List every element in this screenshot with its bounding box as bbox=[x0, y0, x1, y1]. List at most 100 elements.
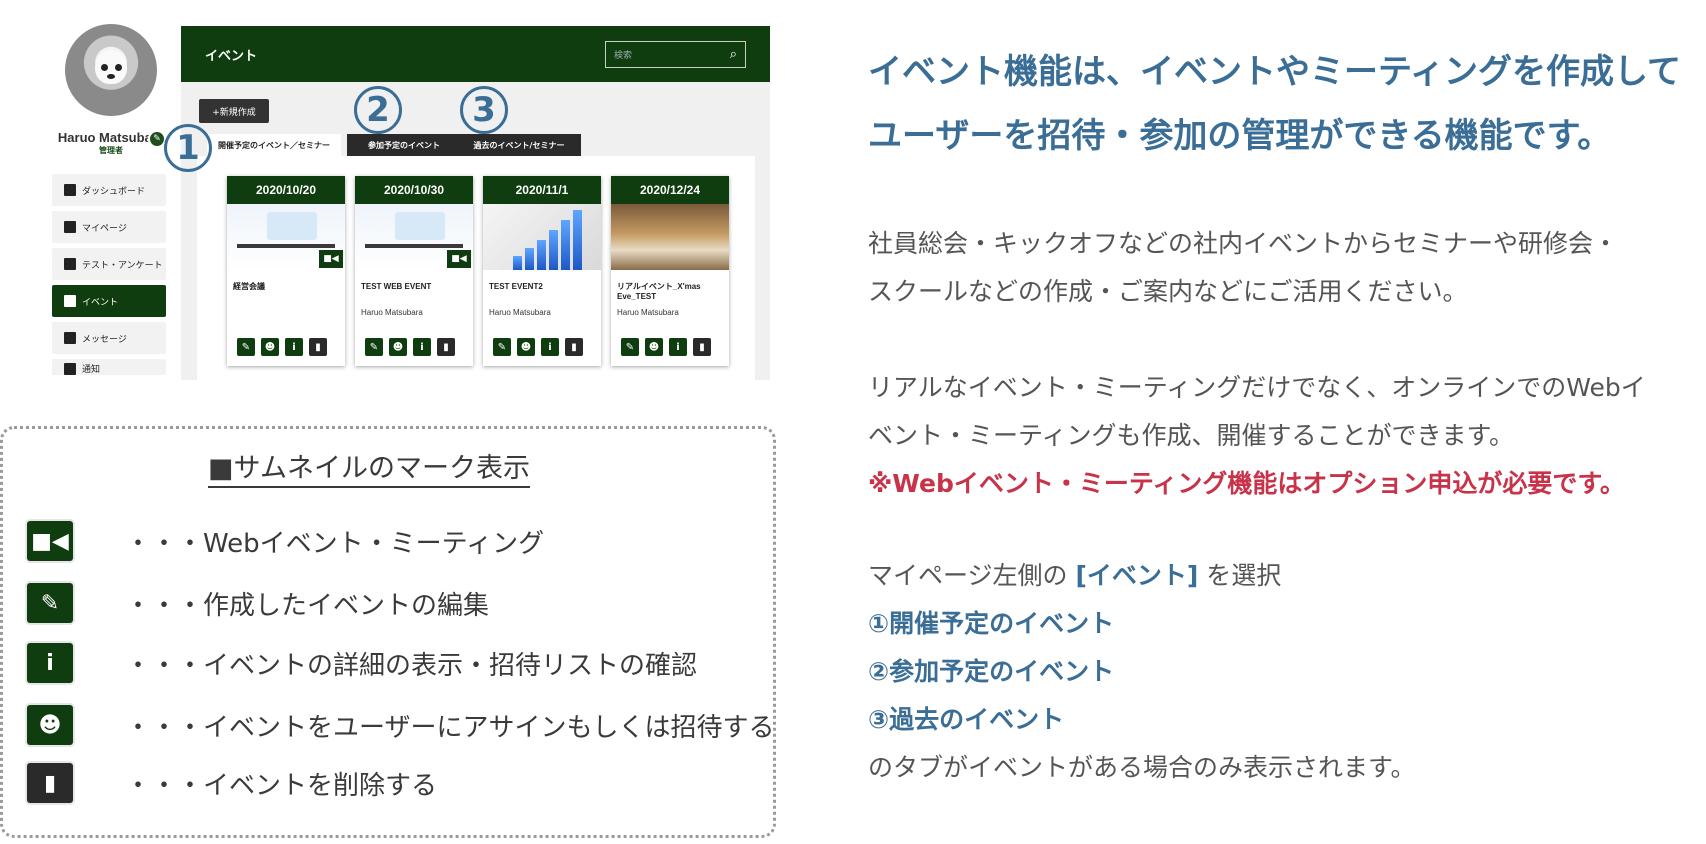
trash-icon[interactable]: ▮ bbox=[693, 338, 711, 356]
legend-row: ■◀ ・・・Webイベント・ミーティング bbox=[27, 521, 544, 561]
event-thumbnail bbox=[483, 204, 601, 270]
list-icon bbox=[64, 258, 76, 270]
event-card[interactable]: 2020/12/24 リアルイベント_X'mas Eve_TEST Haruo … bbox=[611, 176, 729, 366]
user-profile: ✎ Haruo Matsubara 管理者 bbox=[48, 24, 174, 156]
tab-list-item: ③過去のイベント bbox=[868, 705, 1065, 734]
select-suffix: を選択 bbox=[1206, 561, 1282, 590]
pencil-icon[interactable]: ✎ bbox=[621, 338, 639, 356]
app-screenshot: ✎ Haruo Matsubara 管理者 ダッシュボード マイページ テスト・… bbox=[0, 0, 770, 380]
nav-item-label: マイページ bbox=[82, 223, 127, 234]
graph-bar bbox=[549, 230, 558, 270]
nav-item-label: メッセージ bbox=[82, 334, 127, 345]
users-icon: ☻ bbox=[27, 705, 73, 745]
headline-line: イベント機能は、イベントやミーティングを作成して bbox=[868, 52, 1681, 92]
nav-item-dashboard[interactable]: ダッシュボード bbox=[52, 174, 166, 206]
graph-bar bbox=[513, 256, 522, 270]
tab-past-events[interactable]: 過去のイベント/セミナー bbox=[457, 134, 581, 156]
users-icon[interactable]: ☻ bbox=[645, 338, 663, 356]
legend-row: i ・・・イベントの詳細の表示・招待リストの確認 bbox=[27, 643, 697, 683]
info-icon: i bbox=[27, 643, 73, 683]
search-icon[interactable]: ⌕ bbox=[730, 47, 737, 62]
event-card[interactable]: 2020/10/30 ■◀ TEST WEB EVENT Haruo Matsu… bbox=[355, 176, 473, 366]
pencil-icon[interactable]: ✎ bbox=[365, 338, 383, 356]
legend-row: ✎ ・・・作成したイベントの編集 bbox=[27, 583, 489, 623]
users-icon[interactable]: ☻ bbox=[517, 338, 535, 356]
avatar-nose bbox=[107, 74, 115, 79]
marker-2: 2 bbox=[354, 86, 402, 134]
event-actions: ✎ ☻ i ▮ bbox=[237, 338, 327, 356]
event-card[interactable]: 2020/11/1 TEST EVENT2 Haruo Matsubara ✎ … bbox=[483, 176, 601, 366]
option-notice: ※Webイベント・ミーティング機能はオプション申込が必要です。 bbox=[868, 469, 1625, 498]
event-thumbnail: ■◀ bbox=[355, 204, 473, 270]
marker-1: 1 bbox=[164, 124, 212, 172]
headline-line: ユーザーを招待・参加の管理ができる機能です。 bbox=[868, 116, 1612, 156]
users-icon[interactable]: ☻ bbox=[389, 338, 407, 356]
avatar-eye bbox=[101, 64, 108, 71]
trash-icon: ▮ bbox=[27, 763, 73, 803]
tab-list-item: ②参加予定のイベント bbox=[868, 657, 1115, 686]
pencil-icon[interactable]: ✎ bbox=[493, 338, 511, 356]
paragraph-line: リアルなイベント・ミーティングだけでなく、オンラインでのWebイ bbox=[868, 373, 1646, 402]
trash-icon[interactable]: ▮ bbox=[309, 338, 327, 356]
book-icon bbox=[64, 221, 76, 233]
graph-bar bbox=[561, 220, 570, 270]
event-card[interactable]: 2020/10/20 ■◀ 経営会議 ✎ ☻ i ▮ bbox=[227, 176, 345, 366]
nav-item-message[interactable]: メッセージ bbox=[52, 322, 166, 354]
event-date: 2020/10/20 bbox=[227, 176, 345, 204]
video-camera-icon: ■◀ bbox=[27, 521, 73, 561]
event-header: イベント 検索 ⌕ bbox=[181, 26, 770, 82]
tab-participating-events[interactable]: 参加予定のイベント bbox=[347, 134, 461, 156]
nav-item-test-survey[interactable]: テスト・アンケート bbox=[52, 248, 166, 280]
new-event-button[interactable]: +新規作成 bbox=[199, 99, 269, 123]
nav-item-mypage[interactable]: マイページ bbox=[52, 211, 166, 243]
event-owner: Haruo Matsubara bbox=[489, 308, 551, 317]
nav-item-event[interactable]: イベント bbox=[52, 285, 166, 317]
nav-item-label: テスト・アンケート bbox=[82, 260, 163, 271]
info-icon[interactable]: i bbox=[541, 338, 559, 356]
legend-text: ・・・イベントをユーザーにアサインもしくは招待する bbox=[125, 712, 775, 743]
legend-text: ・・・イベントを削除する bbox=[125, 770, 438, 801]
nav-item-label: ダッシュボード bbox=[82, 186, 146, 197]
info-icon[interactable]: i bbox=[669, 338, 687, 356]
select-instruction: マイページ左側の [イベント] を選択 bbox=[868, 552, 1281, 600]
event-owner: Haruo Matsubara bbox=[361, 308, 423, 317]
users-icon[interactable]: ☻ bbox=[261, 338, 279, 356]
page: ✎ Haruo Matsubara 管理者 ダッシュボード マイページ テスト・… bbox=[0, 0, 1706, 844]
dashboard-icon bbox=[64, 184, 76, 196]
legend-text: ・・・作成したイベントの編集 bbox=[125, 590, 490, 621]
info-icon[interactable]: i bbox=[285, 338, 303, 356]
tab-upcoming-events[interactable]: 開催予定のイベント／セミナー bbox=[207, 134, 341, 156]
info-icon[interactable]: i bbox=[413, 338, 431, 356]
avatar[interactable] bbox=[65, 24, 157, 116]
nav-item-notification[interactable]: 通知 bbox=[52, 359, 166, 375]
legend-text: ・・・Webイベント・ミーティング bbox=[125, 528, 545, 559]
megaphone-icon bbox=[64, 295, 76, 307]
video-camera-icon: ■◀ bbox=[319, 250, 343, 268]
legend-box: ■サムネイルのマーク表示 ■◀ ・・・Webイベント・ミーティング ✎ ・・・作… bbox=[0, 426, 776, 838]
select-prefix: マイページ左側の bbox=[868, 561, 1068, 590]
search-input[interactable]: 検索 ⌕ bbox=[605, 40, 746, 68]
event-name: リアルイベント_X'mas Eve_TEST bbox=[617, 282, 701, 301]
event-thumbnail: ■◀ bbox=[227, 204, 345, 270]
event-name: TEST WEB EVENT bbox=[361, 282, 432, 291]
event-actions: ✎ ☻ i ▮ bbox=[365, 338, 455, 356]
page-title: イベント bbox=[205, 48, 258, 64]
event-actions: ✎ ☻ i ▮ bbox=[621, 338, 711, 356]
graph-bar bbox=[537, 240, 546, 270]
event-actions: ✎ ☻ i ▮ bbox=[493, 338, 583, 356]
event-name: TEST EVENT2 bbox=[489, 282, 543, 291]
trash-icon[interactable]: ▮ bbox=[437, 338, 455, 356]
pencil-icon: ✎ bbox=[27, 583, 73, 623]
tab-list-item: ①開催予定のイベント bbox=[868, 609, 1115, 638]
event-thumbnail bbox=[611, 204, 729, 270]
pencil-icon[interactable]: ✎ bbox=[237, 338, 255, 356]
event-date: 2020/11/1 bbox=[483, 176, 601, 204]
trash-icon[interactable]: ▮ bbox=[565, 338, 583, 356]
graph-bar bbox=[573, 210, 582, 270]
graph-bar bbox=[525, 248, 534, 270]
select-bracket: [イベント] bbox=[1075, 561, 1199, 590]
event-panel: イベント 検索 ⌕ +新規作成 開催予定のイベント／セミナー 参加予定のイベント… bbox=[181, 26, 770, 380]
side-nav: ダッシュボード マイページ テスト・アンケート イベント メッセージ 通知 bbox=[52, 174, 166, 380]
event-owner: Haruo Matsubara bbox=[617, 308, 679, 317]
nav-item-label: 通知 bbox=[82, 365, 101, 375]
